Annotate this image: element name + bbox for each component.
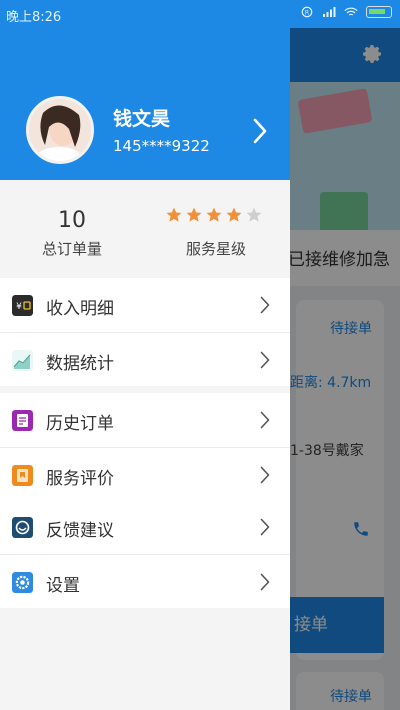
menu-item-income[interactable]: ¥ 收入明细 [0,278,290,332]
user-phone: 145****9322 [113,137,210,155]
signal-icon [323,7,336,17]
alarm-icon: R [301,6,313,18]
chevron-right-icon [260,573,270,591]
wifi-icon [344,7,358,16]
history-icon [12,410,33,431]
star-filled-icon [186,207,202,222]
menu-label: 服务评价 [46,469,114,489]
navigation-drawer: 钱文昊 145****9322 10 总订单量 服务星级 ¥ 收入明细 数据统计… [0,0,290,710]
status-bar: 晚上8:26 R [0,0,400,28]
wallet-icon: ¥ [12,295,33,316]
menu-item-feedback[interactable]: 反馈建议 [0,500,290,554]
avatar[interactable] [26,96,94,164]
star-filled-icon [206,207,222,222]
menu-label: 收入明细 [46,299,114,319]
chevron-right-icon [260,466,270,484]
chevron-right-icon [260,351,270,369]
order-count-label: 总订单量 [42,240,103,258]
star-empty-icon [246,207,262,222]
star-rating-label: 服务星级 [186,240,247,258]
feedback-icon [12,517,33,538]
user-name: 钱文昊 [113,108,171,130]
menu-item-service-review[interactable]: 服务评价 [0,447,290,501]
menu-item-settings[interactable]: 设置 [0,554,290,608]
menu-label: 数据统计 [46,354,114,374]
battery-icon [366,6,392,18]
chevron-right-icon [260,411,270,429]
svg-text:¥: ¥ [16,302,22,312]
settings-icon [12,572,33,593]
menu-group-orders: 历史订单 服务评价 [0,393,290,501]
stats-panel [0,180,290,276]
order-count: 10 [58,208,86,233]
menu-label: 历史订单 [46,414,114,434]
menu-group-finance: ¥ 收入明细 数据统计 [0,278,290,386]
menu-label: 反馈建议 [46,521,114,541]
star-filled-icon [226,207,242,222]
status-time: 晚上8:26 [6,10,62,25]
star-filled-icon [166,207,182,222]
svg-text:R: R [305,10,309,17]
review-icon [12,465,33,486]
avatar-photo [29,99,91,161]
chevron-right-icon [260,296,270,314]
chevron-right-icon[interactable] [252,118,268,144]
menu-item-statistics[interactable]: 数据统计 [0,332,290,386]
chart-icon [12,350,33,371]
chevron-right-icon [260,518,270,536]
menu-item-order-history[interactable]: 历史订单 [0,393,290,447]
menu-group-misc: 反馈建议 设置 [0,500,290,608]
menu-label: 设置 [46,576,80,596]
star-rating [165,206,263,224]
